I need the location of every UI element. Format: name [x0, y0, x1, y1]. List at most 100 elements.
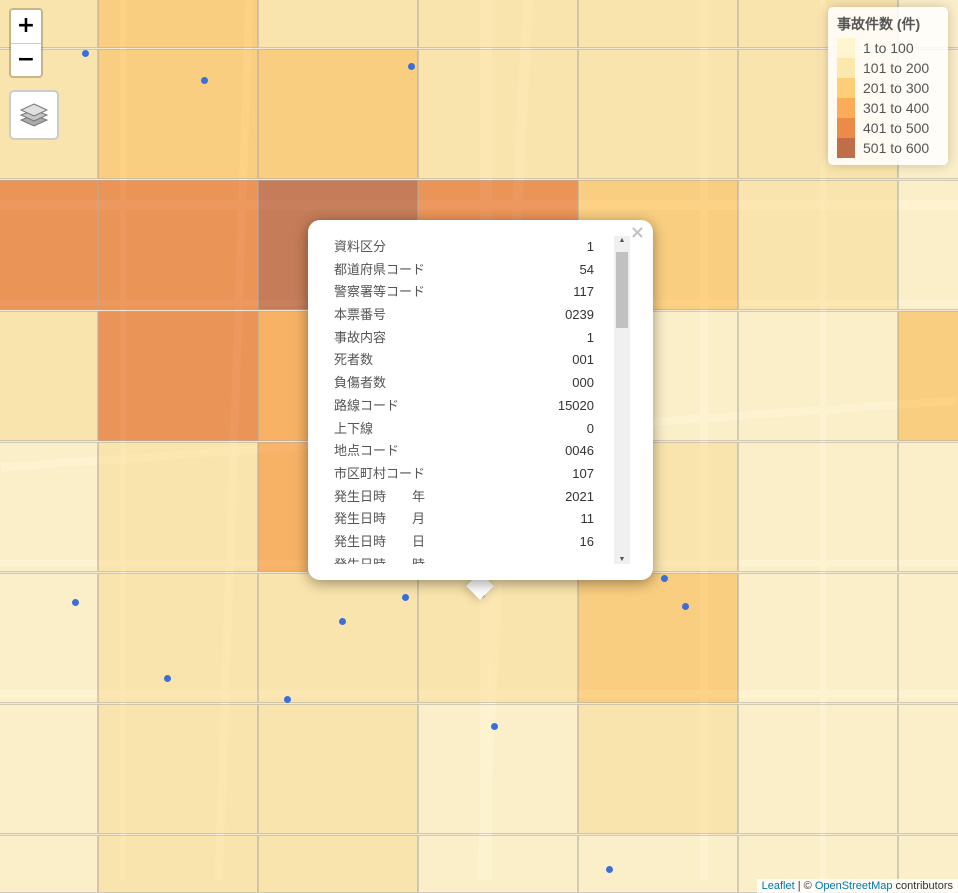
grid-cell[interactable] — [898, 704, 958, 834]
legend-item: 101 to 200 — [837, 58, 939, 78]
layers-icon — [19, 103, 49, 127]
scroll-up-icon[interactable]: ▲ — [614, 237, 630, 244]
field-name: 上下線 — [334, 420, 374, 436]
popup-row: 都道府県コード 54 — [328, 259, 630, 282]
grid-cell[interactable] — [418, 49, 578, 179]
grid-cell[interactable] — [98, 0, 258, 48]
grid-cell[interactable] — [738, 573, 898, 703]
legend-label: 101 to 200 — [863, 60, 930, 76]
field-name: 事故内容 — [334, 329, 387, 345]
popup-row: 地点コード 0046 — [328, 440, 630, 463]
field-name: 本票番号 — [334, 307, 387, 323]
legend-label: 301 to 400 — [863, 100, 930, 116]
popup-row: 発生日時 年 2021 — [328, 486, 630, 509]
accident-marker[interactable] — [491, 723, 498, 730]
grid-cell[interactable] — [418, 0, 578, 48]
accident-marker[interactable] — [164, 675, 171, 682]
grid-cell[interactable] — [738, 311, 898, 441]
grid-cell[interactable] — [0, 180, 98, 310]
field-value: 54 — [579, 261, 594, 277]
field-value: 16 — [579, 533, 594, 549]
grid-cell[interactable] — [0, 442, 98, 572]
legend-swatch — [837, 118, 855, 138]
accident-marker[interactable] — [72, 599, 79, 606]
accident-marker[interactable] — [661, 575, 668, 582]
field-value: 0239 — [565, 307, 594, 323]
grid-cell[interactable] — [0, 573, 98, 703]
attribution-sep: | © — [794, 880, 815, 892]
legend-swatch — [837, 78, 855, 98]
grid-cell[interactable] — [578, 49, 738, 179]
field-name: 地点コード — [334, 443, 400, 459]
scrollbar-thumb[interactable] — [616, 252, 628, 328]
popup-row: 上下線 0 — [328, 418, 630, 441]
scroll-down-icon[interactable]: ▼ — [614, 556, 630, 563]
field-value: 1 — [586, 239, 594, 254]
zoom-in-button[interactable]: + — [11, 10, 41, 43]
grid-cell[interactable] — [738, 442, 898, 572]
popup-content[interactable]: 資料区分 1 都道府県コード 54 警察署等コード 117 本票番号 0239 事故内容 1 死者数… — [328, 236, 630, 564]
legend-item: 401 to 500 — [837, 118, 939, 138]
legend-label: 501 to 600 — [863, 140, 930, 156]
popup-row: 発生日時 時 — [328, 554, 630, 564]
accident-marker[interactable] — [201, 77, 208, 84]
accident-marker[interactable] — [682, 603, 689, 610]
grid-cell[interactable] — [258, 49, 418, 179]
grid-cell[interactable] — [0, 311, 98, 441]
grid-cell[interactable] — [898, 573, 958, 703]
grid-cell[interactable] — [258, 573, 418, 703]
leaflet-link[interactable]: Leaflet — [762, 880, 795, 892]
accident-marker[interactable] — [606, 866, 613, 873]
grid-cell[interactable] — [258, 835, 418, 893]
field-value: 107 — [572, 465, 594, 481]
popup-row: 本票番号 0239 — [328, 304, 630, 327]
field-name: 死者数 — [334, 352, 374, 368]
grid-cell[interactable] — [578, 704, 738, 834]
accident-marker[interactable] — [408, 63, 415, 70]
grid-cell[interactable] — [98, 442, 258, 572]
legend-item: 201 to 300 — [837, 78, 939, 98]
grid-cell[interactable] — [738, 704, 898, 834]
grid-cell[interactable] — [98, 704, 258, 834]
popup-row: 発生日時 日 16 — [328, 531, 630, 554]
grid-cell[interactable] — [0, 835, 98, 893]
grid-cell[interactable] — [898, 180, 958, 310]
accident-marker[interactable] — [284, 696, 291, 703]
grid-cell[interactable] — [0, 704, 98, 834]
grid-cell[interactable] — [578, 0, 738, 48]
grid-cell[interactable] — [898, 311, 958, 441]
accident-marker[interactable] — [402, 594, 409, 601]
legend-item: 1 to 100 — [837, 38, 939, 58]
popup-row: 死者数 001 — [328, 349, 630, 372]
zoom-out-button[interactable]: − — [11, 43, 41, 76]
legend-label: 201 to 300 — [863, 80, 930, 96]
popup-scrollbar[interactable]: ▲ ▼ — [614, 236, 630, 564]
grid-cell[interactable] — [738, 180, 898, 310]
grid-cell[interactable] — [418, 835, 578, 893]
accident-marker[interactable] — [82, 50, 89, 57]
grid-cell[interactable] — [418, 573, 578, 703]
field-name: 負傷者数 — [334, 375, 387, 391]
grid-cell[interactable] — [98, 180, 258, 310]
field-value: 2021 — [565, 488, 594, 504]
grid-cell[interactable] — [418, 704, 578, 834]
grid-cell[interactable] — [98, 49, 258, 179]
grid-cell[interactable] — [98, 573, 258, 703]
field-value: 000 — [572, 375, 594, 391]
popup-row: 負傷者数 000 — [328, 372, 630, 395]
field-name: 発生日時 時 — [328, 554, 425, 564]
accident-marker[interactable] — [339, 618, 346, 625]
grid-cell[interactable] — [578, 573, 738, 703]
popup-row: 路線コード 15020 — [328, 395, 630, 418]
osm-link[interactable]: OpenStreetMap — [815, 880, 893, 892]
grid-cell[interactable] — [258, 704, 418, 834]
popup-row: 資料区分 1 — [328, 236, 630, 259]
grid-cell[interactable] — [258, 0, 418, 48]
popup-row: 警察署等コード 117 — [328, 281, 630, 304]
layers-button[interactable] — [9, 90, 59, 140]
popup-close-button[interactable]: × — [630, 222, 645, 243]
grid-cell[interactable] — [578, 835, 738, 893]
grid-cell[interactable] — [98, 835, 258, 893]
grid-cell[interactable] — [98, 311, 258, 441]
grid-cell[interactable] — [898, 442, 958, 572]
